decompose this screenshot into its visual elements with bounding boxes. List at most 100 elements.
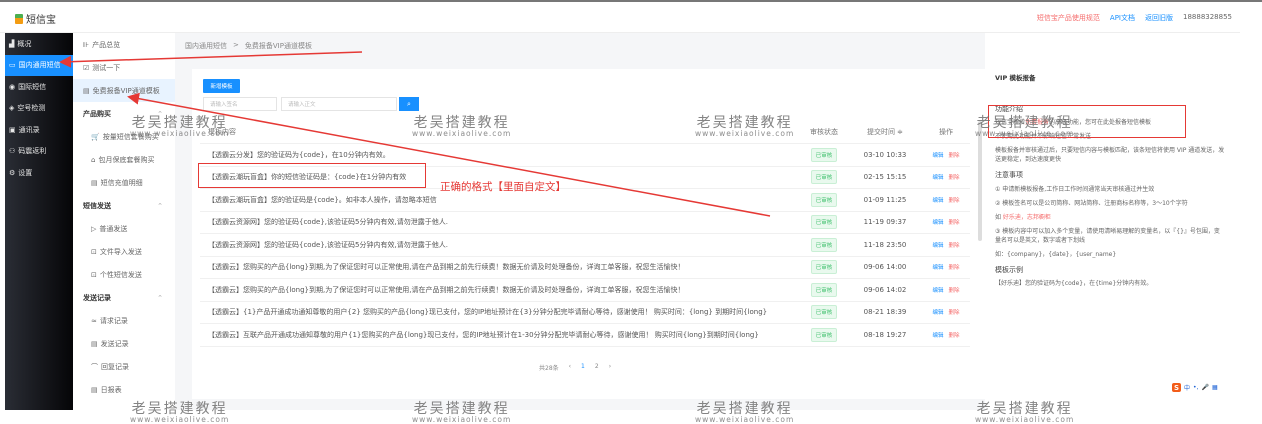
breadcrumb-item[interactable]: 国内通用短信 — [185, 41, 227, 51]
sidebar-item[interactable]: ⚙ 设置 — [5, 162, 73, 184]
delete-button[interactable]: 删除 — [949, 286, 960, 294]
sidebar-item[interactable]: ⚇ 码震返利 — [5, 141, 73, 163]
delete-button[interactable]: 删除 — [949, 173, 960, 181]
submenu-item[interactable]: ▷ 普通发送 — [73, 217, 175, 240]
actions-cell: 编辑 删除 — [922, 196, 970, 204]
status-badge: 已审核 — [810, 170, 838, 185]
actions-cell: 编辑 删除 — [922, 263, 970, 271]
status-badge: 已审核 — [810, 237, 838, 252]
sidebar-icon: ◉ — [9, 82, 16, 91]
delete-button[interactable]: 删除 — [949, 151, 960, 159]
actions-cell: 编辑 删除 — [922, 173, 970, 181]
status-cell: 已审核 — [800, 170, 848, 185]
submit-time: 11-19 09:37 — [863, 218, 907, 227]
delete-button[interactable]: 删除 — [949, 218, 960, 226]
page-1[interactable]: 1 — [581, 363, 585, 372]
submenu-item[interactable]: 🛒 按量短信套餐购买 — [73, 125, 175, 148]
status-badge: 已审核 — [810, 192, 838, 207]
delete-button[interactable]: 删除 — [949, 241, 960, 249]
ime-chinese-icon[interactable]: 中 — [1184, 383, 1190, 392]
submenu-item[interactable]: ▤ 短信充值明细 — [73, 171, 175, 194]
submenu-item-label: 普通发送 — [99, 224, 128, 233]
submenu-item[interactable]: ⌒ 回复记录 — [73, 355, 175, 378]
submenu-group[interactable]: 产品购买 ⌃ — [73, 102, 175, 125]
table-row: 【透霸云资源网】您的验证码{code},该验证码5分钟内有效,请勿泄露于他人. 已… — [200, 234, 970, 257]
ime-toolbar[interactable]: S 中 •, 🎤 ▦ — [1172, 383, 1218, 392]
sidebar-item[interactable]: ▟ 概况 — [5, 33, 73, 55]
submenu-item[interactable]: ⌂ 包月保底套餐购买 — [73, 148, 175, 171]
submit-time: 02-15 15:15 — [863, 173, 907, 182]
submenu-item-label: 包月保底套餐购买 — [98, 155, 155, 164]
header-link[interactable]: 短信宝产品使用规范 — [1037, 13, 1100, 23]
ime-mic-icon[interactable]: 🎤 — [1201, 384, 1208, 391]
edit-button[interactable]: 编辑 — [932, 263, 943, 271]
header-link[interactable]: 返回旧版 — [1145, 13, 1173, 23]
delete-button[interactable]: 删除 — [949, 331, 960, 339]
submenu-item[interactable]: ▤ 发送记录 — [73, 332, 175, 355]
prev-page-button[interactable]: ‹ — [569, 363, 571, 372]
annotation-box-row — [198, 163, 426, 188]
submenu-item[interactable]: ▤ 日报表 — [73, 378, 175, 401]
status-cell: 已审核 — [800, 305, 848, 320]
submenu-item-label: 请求记录 — [99, 316, 128, 325]
template-content: 【透霸云】您购买的产品{long}到期,为了保证您时可以正常使用,请在产品到期之… — [208, 263, 685, 272]
edit-button[interactable]: 编辑 — [932, 286, 943, 294]
header-link[interactable]: API文档 — [1110, 13, 1135, 23]
submenu-item[interactable]: ≈ 请求记录 — [73, 309, 175, 332]
delete-button[interactable]: 删除 — [949, 263, 960, 271]
submenu-item-label: 产品总览 — [92, 40, 121, 49]
sign-search-input[interactable]: 请输入签名 — [203, 97, 277, 111]
submenu-item[interactable]: ⊪ 产品总览 — [73, 33, 175, 56]
page-2[interactable]: 2 — [595, 363, 599, 372]
new-template-button[interactable]: 新增模板 — [203, 79, 240, 93]
header-links: 短信宝产品使用规范 API文档 返回旧版 18888328855 — [1037, 13, 1232, 23]
sogou-icon: S — [1172, 383, 1181, 392]
template-content: 【透霸云】互联产品开通成功通知尊敬的用户{1}您购买的产品{long}现已支付，… — [208, 330, 759, 339]
ime-punct-icon[interactable]: •, — [1193, 384, 1198, 391]
table-scrollbar[interactable] — [978, 121, 982, 241]
next-page-button[interactable]: › — [609, 363, 611, 372]
sidebar-item[interactable]: ◈ 空号检测 — [5, 98, 73, 120]
submenu-item-label: 按量短信套餐购买 — [102, 132, 159, 141]
edit-button[interactable]: 编辑 — [932, 331, 943, 339]
status-badge: 已审核 — [810, 282, 838, 297]
edit-button[interactable]: 编辑 — [932, 241, 943, 249]
sidebar-item[interactable]: ▭ 国内通用短信 — [5, 54, 73, 76]
submenu-item[interactable]: ☑ 测试一下 — [73, 56, 175, 79]
search-button[interactable]: ⌕ — [399, 97, 419, 111]
submenu-item[interactable]: ⊡ 个性短信发送 — [73, 263, 175, 286]
status-badge: 已审核 — [810, 327, 838, 342]
watermark-url: www.weixiaolive.com — [975, 415, 1075, 424]
edit-button[interactable]: 编辑 — [932, 308, 943, 316]
submenu-item[interactable]: ⊡ 文件导入发送 — [73, 240, 175, 263]
edit-button[interactable]: 编辑 — [932, 173, 943, 181]
submenu-group[interactable]: 短信发送 ⌃ — [73, 194, 175, 217]
submenu-group-title: 短信发送 — [83, 201, 111, 210]
breadcrumb-separator: > — [233, 41, 239, 49]
submit-time: 11-18 23:50 — [863, 240, 907, 249]
delete-button[interactable]: 删除 — [949, 196, 960, 204]
table-row: 【透霸云】您购买的产品{long}到期,为了保证您时可以正常使用,请在产品到期之… — [200, 279, 970, 302]
edit-button[interactable]: 编辑 — [932, 151, 943, 159]
submenu-icon: ☑ — [83, 63, 90, 72]
ime-keyboard-icon[interactable]: ▦ — [1212, 384, 1218, 391]
content-search-input[interactable]: 请输入正文 — [281, 97, 397, 111]
actions-cell: 编辑 删除 — [922, 241, 970, 249]
sidebar-icon: ▭ — [9, 61, 16, 70]
submenu-icon: ⌂ — [91, 155, 96, 164]
header-link[interactable]: 18888328855 — [1183, 13, 1232, 23]
col-time[interactable]: 提交时间 ≑ — [848, 127, 922, 137]
submenu-group[interactable]: 发送记录 ⌃ — [73, 286, 175, 309]
edit-button[interactable]: 编辑 — [932, 196, 943, 204]
submenu-item-label: 日报表 — [100, 385, 122, 394]
sidebar-item[interactable]: ▣ 通讯录 — [5, 119, 73, 141]
sidebar-icon: ◈ — [9, 104, 15, 113]
example-text: 【好乐迪】您的验证码为{code}，在{time}分钟内有效。 — [995, 280, 1153, 288]
edit-button[interactable]: 编辑 — [932, 218, 943, 226]
delete-button[interactable]: 删除 — [949, 308, 960, 316]
sidebar-item[interactable]: ◉ 国际短信 — [5, 76, 73, 98]
submenu-item[interactable]: ▤ 免费报备VIP通道模板 — [73, 79, 175, 102]
sidebar-item-label: 国际短信 — [18, 82, 47, 91]
app-logo[interactable]: 短信宝 — [15, 11, 56, 26]
logo-icon — [15, 13, 23, 24]
